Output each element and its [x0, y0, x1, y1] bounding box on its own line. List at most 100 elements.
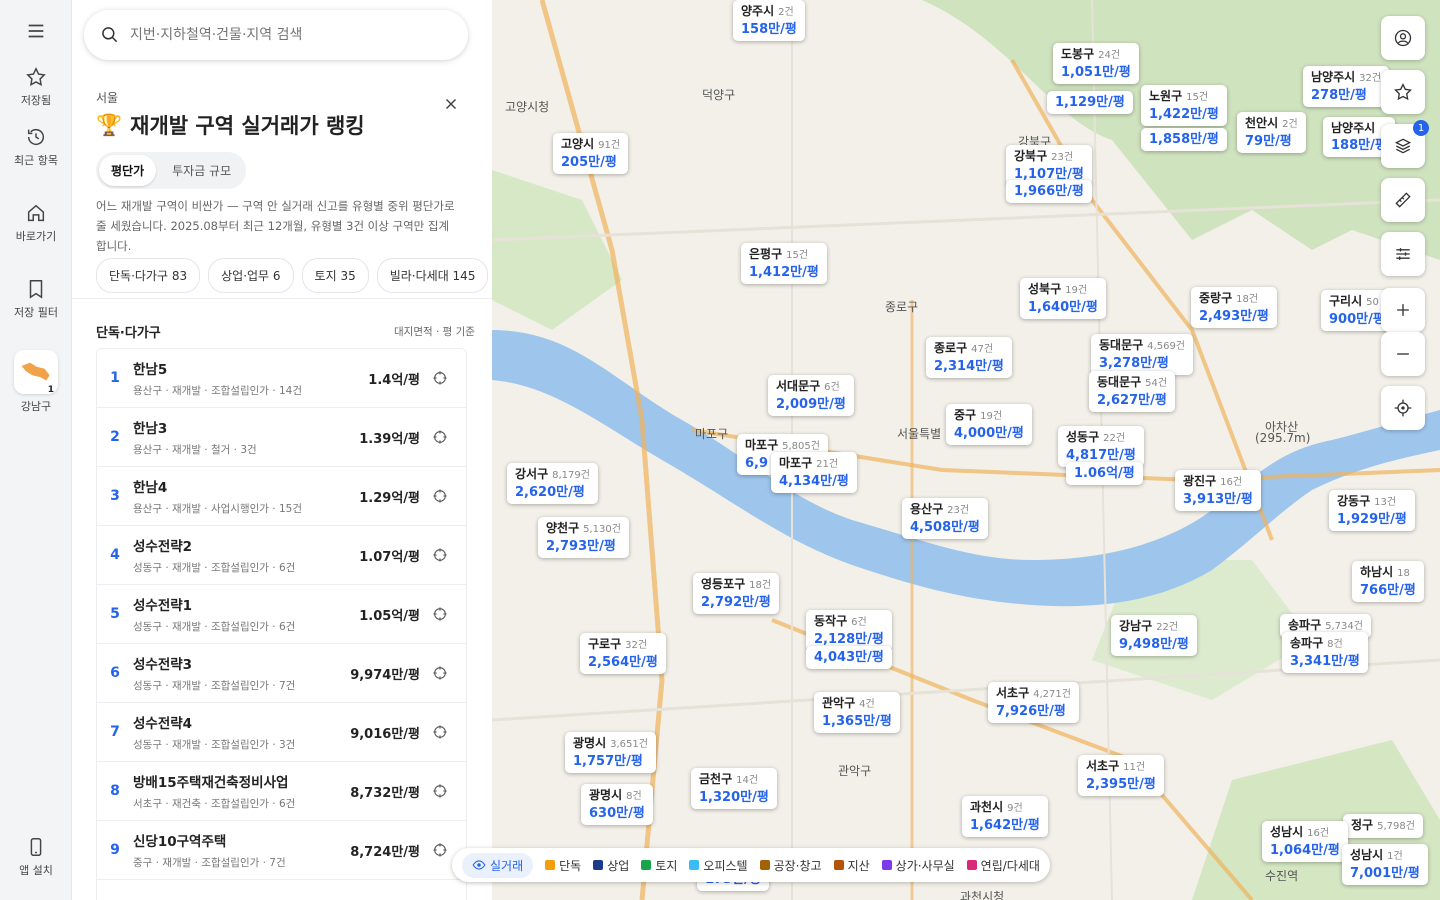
close-icon[interactable] [442, 95, 460, 113]
price-marker[interactable]: 서초구 11건 2,395만/평 [1078, 755, 1164, 796]
legend-item[interactable]: 상업 [593, 857, 629, 874]
table-row[interactable]: 8 방배15주택재건축정비사업 서초구 · 재건축 · 조합설립인가 · 6건 8… [96, 761, 467, 820]
price-marker[interactable]: 영등포구 18건 2,792만/평 [693, 573, 780, 614]
marker-price: 1,051만/평 [1061, 65, 1131, 80]
locate-row-icon[interactable] [432, 370, 448, 386]
tab-investment-size[interactable]: 투자금 규모 [160, 155, 243, 186]
price-marker[interactable]: 4,043만/평 [806, 646, 892, 669]
zoom-out-button[interactable] [1381, 332, 1425, 376]
tab-price-per-pyeong[interactable]: 평단가 [99, 155, 157, 186]
price-marker[interactable]: 동대문구 4,569건 3,278만/평 [1091, 334, 1193, 375]
locate-row-icon[interactable] [432, 547, 448, 563]
price-marker[interactable]: 1,858만/평 [1141, 128, 1227, 151]
chip-villa[interactable]: 빌라·다세대 145 [376, 258, 489, 293]
table-row[interactable]: 5 성수전략1 성동구 · 재개발 · 조합설립인가 · 6건 1.05억/평 [96, 584, 467, 643]
legend-item[interactable]: 토지 [641, 857, 677, 874]
price-marker[interactable]: 양주시 2건 158만/평 [733, 0, 805, 41]
legend-item[interactable]: 연립/다세대 [966, 857, 1040, 874]
locate-row-icon[interactable] [432, 429, 448, 445]
legend-item[interactable]: 실거래 [462, 852, 534, 878]
layers-button[interactable]: 1 [1381, 120, 1429, 168]
favorites-button[interactable] [1381, 70, 1425, 114]
price-marker[interactable]: 금천구 14건 1,320만/평 [691, 768, 777, 809]
legend-item[interactable]: 오피스텔 [689, 857, 748, 874]
rail-recent[interactable]: 최근 항목 [0, 126, 72, 168]
legend-item[interactable]: 공장·창고 [759, 857, 822, 874]
profile-button[interactable] [1381, 16, 1425, 60]
search-input[interactable] [130, 27, 430, 43]
chip-commercial[interactable]: 상업·업무 6 [208, 258, 294, 293]
menu-button[interactable] [0, 20, 72, 42]
rail-gangnam[interactable]: 1 강남구 [0, 350, 72, 414]
rail-install[interactable]: 앱 설치 [0, 836, 72, 878]
price-marker[interactable]: 서대문구 6건 2,009만/평 [768, 375, 854, 416]
price-marker[interactable]: 노원구 15건 1,422만/평 [1141, 85, 1227, 126]
price-marker[interactable]: 1,129만/평 [1047, 91, 1133, 114]
table-row[interactable]: 1 한남5 용산구 · 재개발 · 조합설립인가 · 14건 1.4억/평 [96, 348, 467, 407]
rail-saved-filter[interactable]: 저장 필터 [0, 278, 72, 320]
marker-price: 2,627만/평 [1097, 393, 1167, 408]
price-marker[interactable]: 과천시 9건 1,642만/평 [962, 796, 1048, 837]
price-marker[interactable]: 성동구 22건 4,817만/평 [1058, 426, 1144, 467]
filter-button[interactable] [1381, 232, 1425, 276]
price-marker[interactable]: 1,966만/평 [1006, 180, 1092, 203]
rail-saved[interactable]: 저장됨 [0, 66, 72, 108]
price-marker[interactable]: 관악구 4건 1,365만/평 [814, 692, 900, 733]
locate-row-icon[interactable] [432, 783, 448, 799]
price-marker[interactable]: 정구 5,798건 [1343, 814, 1423, 838]
locate-row-icon[interactable] [432, 842, 448, 858]
price-marker[interactable]: 1.06억/평 [1066, 462, 1143, 485]
price-marker[interactable]: 송파구 8건 3,341만/평 [1282, 632, 1368, 673]
price-marker[interactable]: 동작구 6건 2,128만/평 [806, 610, 892, 651]
price-marker[interactable]: 종로구 47건 2,314만/평 [926, 337, 1012, 378]
price-marker[interactable]: 천안시 2건 79만/평 [1237, 112, 1306, 153]
price-marker[interactable]: 양천구 5,130건 2,793만/평 [538, 517, 629, 558]
price-marker[interactable]: 구로구 32건 2,564만/평 [580, 633, 666, 674]
price-marker[interactable]: 마포구 21건 4,134만/평 [771, 452, 857, 493]
legend-item[interactable]: 지산 [833, 857, 870, 874]
locate-row-icon[interactable] [432, 665, 448, 681]
locate-row-icon[interactable] [432, 488, 448, 504]
table-row[interactable]: 6 성수전략3 성동구 · 재개발 · 조합설립인가 · 7건 9,974만/평 [96, 643, 467, 702]
price-marker[interactable]: 강서구 8,179건 2,620만/평 [507, 463, 598, 504]
price-marker[interactable]: 도봉구 24건 1,051만/평 [1053, 43, 1139, 84]
legend-item[interactable]: 상가·사무실 [881, 857, 955, 874]
marker-name: 동대문구 [1097, 375, 1142, 389]
locate-button[interactable] [1381, 386, 1425, 430]
price-marker[interactable]: 서초구 4,271건 7,926만/평 [988, 682, 1079, 723]
price-marker[interactable]: 은평구 15건 1,412만/평 [741, 243, 827, 284]
price-marker[interactable]: 성북구 19건 1,640만/평 [1020, 278, 1106, 319]
table-row[interactable]: 3 한남4 용산구 · 재개발 · 사업시행인가 · 15건 1.29억/평 [96, 466, 467, 525]
marker-name: 광명시 [573, 736, 607, 750]
table-row[interactable]: 7 성수전략4 성동구 · 재개발 · 조합설립인가 · 3건 9,016만/평 [96, 702, 467, 761]
locate-row-icon[interactable] [432, 606, 448, 622]
chip-land[interactable]: 토지 35 [301, 258, 369, 293]
price-marker[interactable]: 광진구 16건 3,913만/평 [1175, 470, 1261, 511]
table-row[interactable]: 4 성수전략2 성동구 · 재개발 · 조합설립인가 · 6건 1.07억/평 [96, 525, 467, 584]
price-marker[interactable]: 남양주시 32건 278만/평 [1303, 66, 1390, 107]
price-marker[interactable]: 동대문구 54건 2,627만/평 [1089, 371, 1176, 412]
measure-button[interactable] [1381, 178, 1425, 222]
table-row[interactable]: 10 자양4동A구역재개발구역 [96, 879, 467, 900]
price-marker[interactable]: 용산구 23건 4,508만/평 [902, 498, 988, 539]
rail-shortcut[interactable]: 바로가기 [0, 202, 72, 244]
locate-row-icon[interactable] [432, 724, 448, 740]
price-marker[interactable]: 하남시 18 766만/평 [1352, 561, 1424, 602]
legend-item[interactable]: 단독 [545, 857, 581, 874]
table-row[interactable]: 9 신당10구역주택 중구 · 재개발 · 조합설립인가 · 7건 8,724만/… [96, 820, 467, 879]
price-marker[interactable]: 중구 19건 4,000만/평 [946, 404, 1032, 445]
price-marker[interactable]: 중랑구 18건 2,493만/평 [1191, 287, 1277, 328]
price-marker[interactable]: 광명시 3,651건 1,757만/평 [565, 732, 656, 773]
price-marker[interactable]: 성남시 1건 7,001만/평 [1342, 844, 1428, 885]
table-row[interactable]: 2 한남3 용산구 · 재개발 · 철거 · 3건 1.39억/평 [96, 407, 467, 466]
price-marker[interactable]: 성남시 16건 1,064만/평 [1262, 821, 1348, 862]
price-marker[interactable]: 강동구 13건 1,929만/평 [1329, 490, 1415, 531]
price-marker[interactable]: 강남구 22건 9,498만/평 [1111, 615, 1197, 656]
zoom-in-button[interactable] [1381, 288, 1425, 332]
chip-detached[interactable]: 단독·다가구 83 [96, 258, 201, 293]
map-canvas[interactable]: 고양시청 덕양구 강북구 종로구 서울특별 마포구 관악구 수진역 과천시청 아차산 (295.7m… [492, 0, 1440, 900]
marker-price: 1,320만/평 [699, 790, 769, 805]
price-marker[interactable]: 광명시 8건 630만/평 [581, 784, 653, 825]
price-marker[interactable]: 고양시 91건 205만/평 [553, 133, 629, 174]
search-bar[interactable] [84, 10, 468, 60]
